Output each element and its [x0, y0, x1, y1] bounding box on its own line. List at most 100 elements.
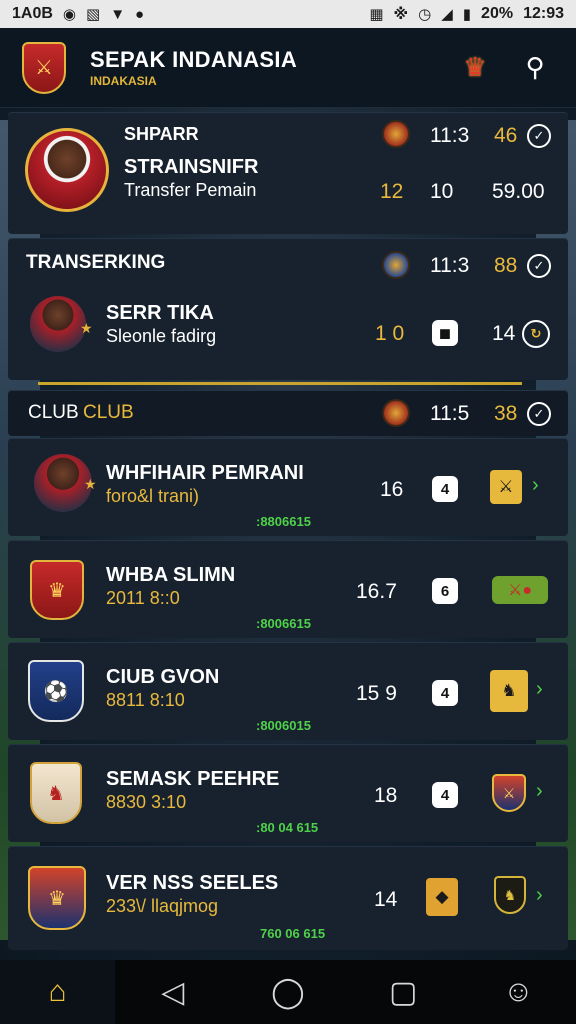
- check-icon[interactable]: ✓: [527, 254, 551, 278]
- row-sub: foro&l trani): [106, 486, 200, 506]
- club-title-left: CLUB: [28, 402, 79, 423]
- row-num: 16: [380, 478, 404, 501]
- club-time: 11:5: [430, 402, 470, 425]
- club-crest-icon: [382, 399, 410, 427]
- page-subtitle: INDAKASIA: [90, 74, 157, 88]
- section-divider: [38, 382, 522, 385]
- check-icon[interactable]: ✓: [527, 402, 551, 426]
- header-titles: SEPAK INDANASIA INDAKASIA: [90, 47, 434, 88]
- lock-icon: ▧: [86, 6, 101, 23]
- status-left: 1A0B ◉ ▧ ▼ ●: [12, 5, 144, 23]
- club-badge-icon: ♞: [490, 670, 528, 712]
- row-sub: 8830 3:10: [106, 792, 187, 812]
- club-section-header: CLUB CLUB 11:5 38 ✓: [8, 390, 568, 436]
- row-num: 14: [374, 888, 398, 911]
- featured-transfer-card[interactable]: SHPARR STRAINSNIFR Transfer Pemain 11:3 …: [8, 112, 568, 234]
- row-num: 15 9: [356, 682, 397, 705]
- home-button-icon[interactable]: ◯: [264, 968, 312, 1016]
- player-avatar: [25, 128, 109, 212]
- check-icon[interactable]: ✓: [527, 124, 551, 148]
- star-icon: ★: [80, 320, 93, 336]
- row-sub: 233\/ llaqjmog: [106, 896, 219, 916]
- battery-icon: ▮: [462, 6, 472, 23]
- club-crest-icon: [382, 251, 410, 279]
- crown-icon[interactable]: ♛: [456, 49, 494, 87]
- nfc-icon: ▦: [369, 6, 384, 23]
- page-title: SEPAK INDANASIA: [90, 47, 298, 72]
- row-code: :8806615: [256, 514, 311, 529]
- row-name: CIUB GVON: [106, 666, 220, 688]
- club-badge-icon: ◆: [426, 878, 458, 916]
- player-avatar: [30, 296, 86, 352]
- alarm-icon: ◷: [418, 6, 432, 23]
- profile-icon[interactable]: ☺: [494, 968, 542, 1016]
- club-badge-icon: ⚔: [492, 774, 526, 812]
- notification-icon: ◉: [62, 6, 76, 23]
- chevron-right-icon[interactable]: ›: [536, 678, 543, 701]
- club-title-right: CLUB: [83, 402, 134, 423]
- transfer-player-sub: Sleonle fadirg: [106, 326, 217, 346]
- featured-time: 11:3: [430, 124, 470, 147]
- recents-icon[interactable]: ▢: [379, 968, 427, 1016]
- list-item[interactable]: ♛ WHBA SLIMN 2011 8::0 16.7 6 ⚔● :800661…: [8, 540, 568, 638]
- row-chip: 4: [432, 782, 458, 808]
- transfer-score: 88: [494, 254, 518, 277]
- club-crest-icon: ♞: [30, 762, 82, 824]
- row-code: :8006015: [256, 718, 311, 733]
- list-item[interactable]: ♞ SEMASK PEEHRE 8830 3:10 18 4 ⚔ › :80 0…: [8, 744, 568, 842]
- transfer-player-name: SERR TIKA: [106, 302, 214, 324]
- wifi-icon: ▼: [110, 5, 126, 23]
- bluetooth-icon: ※: [393, 6, 409, 23]
- club-badge-icon: ⚔: [490, 470, 522, 504]
- club-crest-icon: ⚽: [28, 660, 84, 722]
- club-crest-icon: [382, 120, 410, 148]
- transfer-section: TRANSERKING 11:3 88 ✓ ★ SERR TIKA Sleonl…: [8, 238, 568, 380]
- app-header: ⚔ SEPAK INDANASIA INDAKASIA ♛ ⚲: [0, 28, 576, 108]
- transfer-time: 11:3: [430, 254, 470, 277]
- club-crest-icon: ♛: [28, 866, 86, 930]
- row-code: 760 06 615: [260, 926, 326, 941]
- row-chip: 6: [432, 578, 458, 604]
- app-logo[interactable]: ⚔: [22, 41, 66, 94]
- row-num: 18: [374, 784, 398, 807]
- featured-num-b: 10: [430, 180, 454, 203]
- club-score: 38: [494, 402, 518, 425]
- featured-label: SHPARR: [124, 124, 199, 144]
- row-name: WHBA SLIMN: [106, 564, 236, 586]
- clock: 12:93: [523, 5, 564, 22]
- row-num: 16.7: [356, 580, 397, 603]
- search-icon[interactable]: ⚲: [516, 49, 554, 87]
- row-chip: 4: [432, 476, 458, 502]
- transfer-num-a: 1 0: [375, 322, 405, 345]
- camera-icon: ◼: [432, 320, 458, 346]
- chevron-right-icon[interactable]: ›: [532, 474, 539, 497]
- home-icon[interactable]: ⌂: [34, 968, 82, 1016]
- list-item[interactable]: ★ WHFIHAIR PEMRANI foro&l trani) 16 4 ⚔ …: [8, 438, 568, 536]
- list-item[interactable]: ⚽ CIUB GVON 8811 8:10 15 9 4 ♞ › :800601…: [8, 642, 568, 740]
- refresh-icon[interactable]: ↻: [522, 320, 550, 348]
- row-code: :80 04 615: [256, 820, 319, 835]
- signal-icon: ◢: [441, 6, 453, 23]
- back-icon[interactable]: ◁: [149, 968, 197, 1016]
- star-icon: ★: [84, 476, 97, 492]
- status-right: ▦ ※ ◷ ◢ ▮ 20% 12:93: [369, 5, 564, 23]
- battery-percent: 20%: [481, 5, 514, 22]
- club-badge-icon: ⚔●: [492, 576, 548, 604]
- featured-num-a: 12: [380, 180, 404, 203]
- dot-icon: ●: [135, 5, 145, 23]
- featured-num-c: 59.00: [492, 180, 545, 203]
- list-item[interactable]: ♛ VER NSS SEELES 233\/ llaqjmog 14 ◆ ♞ ›…: [8, 846, 568, 950]
- featured-score: 46: [494, 124, 518, 147]
- transfer-section-title: TRANSERKING: [26, 252, 166, 273]
- chevron-right-icon[interactable]: ›: [536, 884, 543, 907]
- club-badge-icon: ♞: [494, 876, 526, 914]
- row-name: VER NSS SEELES: [106, 872, 279, 894]
- row-sub: 8811 8:10: [106, 690, 185, 710]
- row-code: :8006615: [256, 616, 311, 631]
- chevron-right-icon[interactable]: ›: [536, 780, 543, 803]
- transfer-num-c: 14: [492, 322, 516, 345]
- status-bar: 1A0B ◉ ▧ ▼ ● ▦ ※ ◷ ◢ ▮ 20% 12:93: [0, 0, 576, 28]
- featured-sub: Transfer Pemain: [124, 180, 257, 200]
- bottom-nav: ⌂ ◁ ◯ ▢ ☺: [0, 960, 576, 1024]
- row-sub: 2011 8::0: [106, 588, 180, 608]
